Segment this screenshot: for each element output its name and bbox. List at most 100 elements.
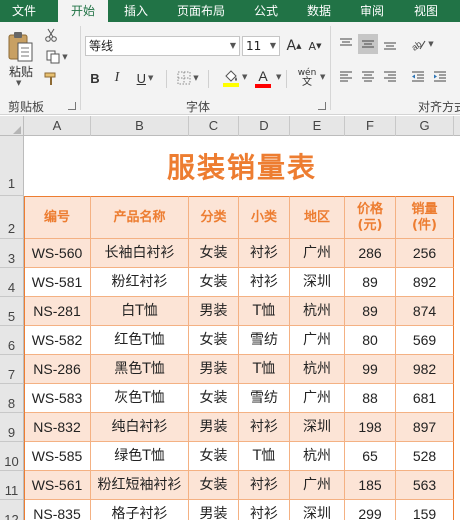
table-cell-category[interactable]: 女装 [189,326,239,355]
font-color-chevron-down-icon[interactable]: ▼ [276,73,281,81]
table-cell-id[interactable]: NS-286 [24,355,91,384]
font-dialog-launcher-icon[interactable] [318,102,326,110]
decrease-indent-button[interactable] [408,66,428,86]
copy-button[interactable]: ▼ [42,48,72,66]
table-cell-region[interactable]: 广州 [290,384,345,413]
table-cell-sales[interactable]: 681 [396,384,454,413]
table-cell-subcategory[interactable]: T恤 [239,297,290,326]
cut-icon[interactable] [42,26,60,44]
decrease-font-size-button[interactable]: A ▼ [306,36,324,56]
table-cell-category[interactable]: 男装 [189,413,239,442]
row-header[interactable]: 8 [0,384,24,413]
table-cell-category[interactable]: 女装 [189,268,239,297]
table-cell-subcategory[interactable]: T恤 [239,355,290,384]
bottom-align-button[interactable] [380,34,400,54]
table-cell-price[interactable]: 185 [345,471,396,500]
table-cell-product-name[interactable]: 绿色T恤 [91,442,189,471]
paste-icon[interactable] [4,28,38,64]
tab-data[interactable]: 数据 [296,0,342,22]
table-cell-category[interactable]: 女装 [189,239,239,268]
table-cell-price[interactable]: 99 [345,355,396,384]
tab-insert[interactable]: 插入 [112,0,160,22]
row-header[interactable]: 1 [0,136,24,196]
align-left-button[interactable] [336,66,356,86]
table-cell-subcategory[interactable]: 衬衫 [239,500,290,520]
select-all-corner[interactable] [0,116,24,136]
table-cell-id[interactable]: WS-561 [24,471,91,500]
column-header-f[interactable]: F [345,116,396,136]
table-cell-category[interactable]: 男装 [189,500,239,520]
table-cell-id[interactable]: WS-581 [24,268,91,297]
column-header-g[interactable]: G [396,116,454,136]
table-cell-price[interactable]: 299 [345,500,396,520]
table-cell-product-name[interactable]: 黑色T恤 [91,355,189,384]
table-cell-region[interactable]: 广州 [290,326,345,355]
column-header-overflow[interactable] [454,116,460,136]
tab-review[interactable]: 审阅 [348,0,396,22]
table-cell-sales[interactable]: 528 [396,442,454,471]
font-size-dropdown[interactable]: 11 ▼ [242,36,280,56]
table-cell-category[interactable]: 女装 [189,471,239,500]
column-header-c[interactable]: C [189,116,239,136]
tab-file[interactable]: 文件 [0,0,48,22]
table-cell-sales[interactable]: 569 [396,326,454,355]
table-cell-region[interactable]: 杭州 [290,355,345,384]
column-header-a[interactable]: A [24,116,91,136]
underline-button[interactable]: U ▼ [130,68,160,88]
table-cell-subcategory[interactable]: 衬衫 [239,471,290,500]
tab-home[interactable]: 开始 [58,0,108,22]
middle-align-button[interactable] [358,34,378,54]
table-cell-product-name[interactable]: 红色T恤 [91,326,189,355]
tab-view[interactable]: 视图 [404,0,448,22]
header-cell-id[interactable]: 编号 [24,196,91,239]
table-cell-subcategory[interactable]: 衬衫 [239,268,290,297]
table-cell-region[interactable]: 广州 [290,239,345,268]
table-cell-category[interactable]: 男装 [189,355,239,384]
table-cell-region[interactable]: 杭州 [290,297,345,326]
header-cell-price[interactable]: 价格 (元) [345,196,396,239]
table-cell-price[interactable]: 80 [345,326,396,355]
italic-button[interactable]: I [108,68,126,88]
row-header[interactable]: 6 [0,326,24,355]
format-painter-icon[interactable] [42,70,60,88]
align-right-button[interactable] [380,66,400,86]
table-cell-price[interactable]: 65 [345,442,396,471]
align-center-button[interactable] [358,66,378,86]
table-cell-product-name[interactable]: 格子衬衫 [91,500,189,520]
column-header-b[interactable]: B [91,116,189,136]
table-cell-sales[interactable]: 159 [396,500,454,520]
row-header[interactable]: 2 [0,196,24,239]
table-cell-product-name[interactable]: 灰色T恤 [91,384,189,413]
borders-button[interactable]: ▼ [172,68,204,88]
table-cell-product-name[interactable]: 粉红短袖衬衫 [91,471,189,500]
paste-chevron-down-icon[interactable]: ▼ [16,79,21,87]
header-cell-sales[interactable]: 销量 (件) [396,196,454,239]
table-cell-category[interactable]: 男装 [189,297,239,326]
phonetic-chevron-down-icon[interactable]: ▼ [320,73,325,81]
table-cell-id[interactable]: WS-583 [24,384,91,413]
table-cell-region[interactable]: 深圳 [290,268,345,297]
table-cell-subcategory[interactable]: 衬衫 [239,413,290,442]
table-cell-subcategory[interactable]: 雪纺 [239,326,290,355]
table-cell-region[interactable]: 深圳 [290,413,345,442]
row-header[interactable]: 12 [0,500,24,520]
table-cell-id[interactable]: WS-582 [24,326,91,355]
bold-button[interactable]: B [86,68,104,88]
table-cell-product-name[interactable]: 长袖白衬衫 [91,239,189,268]
clipboard-dialog-launcher-icon[interactable] [68,102,76,110]
header-cell-category[interactable]: 分类 [189,196,239,239]
table-cell-sales[interactable]: 897 [396,413,454,442]
table-cell-id[interactable]: NS-832 [24,413,91,442]
table-cell-id[interactable]: NS-835 [24,500,91,520]
table-cell-price[interactable]: 198 [345,413,396,442]
table-cell-category[interactable]: 女装 [189,384,239,413]
row-header[interactable]: 11 [0,471,24,500]
increase-font-size-button[interactable]: A ▲ [285,36,303,56]
table-cell-sales[interactable]: 874 [396,297,454,326]
table-cell-sales[interactable]: 563 [396,471,454,500]
header-cell-product-name[interactable]: 产品名称 [91,196,189,239]
table-cell-id[interactable]: WS-560 [24,239,91,268]
phonetic-guide-button[interactable]: wén 文 [292,66,322,90]
header-cell-subcategory[interactable]: 小类 [239,196,290,239]
table-cell-subcategory[interactable]: T恤 [239,442,290,471]
